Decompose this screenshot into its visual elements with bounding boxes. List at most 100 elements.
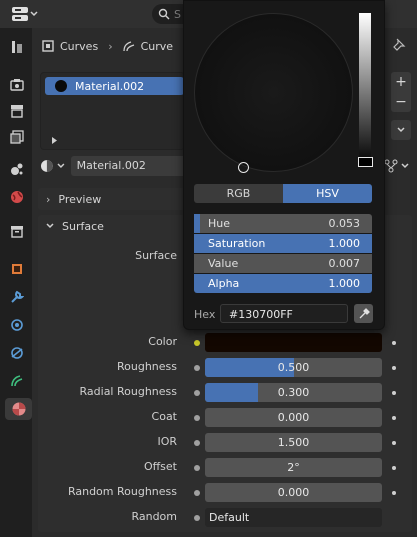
keyframe-dot-icon[interactable] bbox=[392, 366, 396, 370]
keyframe-dot-icon[interactable] bbox=[392, 341, 396, 345]
property-field[interactable]: 1.500 bbox=[205, 433, 382, 452]
property-label: Color bbox=[148, 335, 177, 348]
property-value: 2° bbox=[287, 461, 300, 474]
remove-icon: − bbox=[395, 94, 407, 110]
property-field[interactable]: Default bbox=[205, 508, 382, 527]
property-label: Roughness bbox=[116, 360, 177, 373]
property-row: Coat 0.000 bbox=[32, 408, 417, 427]
hue-value: 0.053 bbox=[328, 217, 361, 230]
tab-hsv[interactable]: HSV bbox=[283, 184, 372, 203]
hex-input[interactable]: #130700FF bbox=[220, 304, 348, 323]
property-value: 0.000 bbox=[277, 411, 310, 424]
chevron-down-icon bbox=[401, 163, 409, 169]
color-wheel-cursor[interactable] bbox=[238, 162, 249, 173]
tab-material[interactable] bbox=[5, 398, 32, 420]
alpha-label: Alpha bbox=[208, 277, 240, 290]
value-slider-handle[interactable] bbox=[358, 157, 373, 167]
tab-particles[interactable] bbox=[5, 314, 29, 336]
data-icon bbox=[11, 375, 23, 387]
color-wheel[interactable] bbox=[194, 13, 353, 172]
tab-modifiers[interactable] bbox=[5, 286, 29, 308]
curve-object-icon bbox=[42, 40, 54, 52]
tab-view-layer[interactable] bbox=[5, 126, 29, 148]
particles-icon bbox=[11, 319, 23, 331]
hue-slider[interactable]: Hue 0.053 bbox=[194, 214, 372, 233]
surface-panel-title: Surface bbox=[62, 219, 104, 233]
socket-icon[interactable] bbox=[194, 340, 200, 346]
property-label: Coat bbox=[151, 410, 177, 423]
socket-icon[interactable] bbox=[194, 390, 200, 396]
saturation-slider[interactable]: Saturation 1.000 bbox=[194, 234, 372, 253]
preview-panel-title: Preview bbox=[58, 192, 102, 206]
tab-tool[interactable] bbox=[5, 36, 29, 58]
add-slot-button[interactable]: + bbox=[391, 72, 411, 92]
property-value: 0.000 bbox=[277, 486, 310, 499]
value-value: 0.007 bbox=[328, 257, 361, 270]
property-label: Radial Roughness bbox=[79, 385, 177, 398]
socket-icon[interactable] bbox=[194, 415, 200, 421]
hex-label: Hex bbox=[194, 308, 216, 321]
property-value: 1.500 bbox=[277, 436, 310, 449]
value-field[interactable]: Value 0.007 bbox=[194, 254, 372, 273]
material-browse-icon[interactable] bbox=[40, 159, 54, 173]
eyedropper-icon bbox=[359, 307, 370, 318]
socket-icon[interactable] bbox=[194, 515, 200, 521]
output-icon bbox=[11, 105, 23, 118]
tab-collection[interactable] bbox=[5, 220, 29, 242]
chevron-down-icon bbox=[46, 223, 54, 229]
property-value: Default bbox=[209, 511, 250, 524]
tab-rgb[interactable]: RGB bbox=[194, 184, 283, 203]
properties-tab-bar bbox=[0, 28, 32, 537]
socket-icon[interactable] bbox=[194, 365, 200, 371]
socket-icon[interactable] bbox=[194, 440, 200, 446]
keyframe-dot-icon[interactable] bbox=[392, 416, 396, 420]
breadcrumb-object: Curves bbox=[60, 39, 99, 53]
expand-triangle-icon[interactable] bbox=[51, 137, 58, 144]
property-field[interactable]: 0.000 bbox=[205, 483, 382, 502]
property-label: IOR bbox=[157, 435, 177, 448]
node-tree-button[interactable] bbox=[384, 156, 412, 176]
property-field[interactable]: 2° bbox=[205, 458, 382, 477]
world-icon bbox=[11, 191, 23, 203]
saturation-value: 1.000 bbox=[328, 237, 361, 250]
remove-slot-button[interactable]: − bbox=[391, 92, 411, 112]
tab-object[interactable] bbox=[5, 258, 29, 280]
scene-icon bbox=[11, 163, 23, 175]
socket-icon[interactable] bbox=[194, 490, 200, 496]
tool-icon bbox=[12, 41, 22, 53]
property-value: 0.500 bbox=[277, 361, 310, 374]
property-field[interactable]: 0.500 bbox=[205, 358, 382, 377]
chevron-down-icon bbox=[397, 127, 405, 133]
keyframe-dot-icon[interactable] bbox=[392, 391, 396, 395]
material-selector[interactable]: Material.002 bbox=[40, 156, 183, 176]
tab-output[interactable] bbox=[5, 100, 29, 122]
tab-physics[interactable] bbox=[5, 342, 29, 364]
editor-type-button[interactable] bbox=[8, 4, 42, 24]
material-slot-row[interactable]: Material.002 bbox=[45, 77, 184, 95]
slot-specials-button[interactable] bbox=[391, 120, 411, 140]
socket-icon[interactable] bbox=[194, 465, 200, 471]
breadcrumb-data: Curve bbox=[140, 39, 174, 53]
physics-icon bbox=[11, 347, 23, 359]
material-name-field[interactable]: Material.002 bbox=[70, 156, 183, 176]
tab-render[interactable] bbox=[5, 74, 29, 96]
pin-icon[interactable] bbox=[392, 38, 406, 52]
alpha-slider[interactable]: Alpha 1.000 bbox=[194, 274, 372, 293]
property-label: Random Roughness bbox=[67, 485, 177, 498]
color-swatch[interactable] bbox=[205, 333, 382, 352]
breadcrumb-separator-icon: › bbox=[108, 39, 113, 53]
keyframe-dot-icon[interactable] bbox=[392, 491, 396, 495]
keyframe-dot-icon[interactable] bbox=[392, 466, 396, 470]
tab-world[interactable] bbox=[5, 186, 29, 208]
breadcrumb: Curves › Curve bbox=[42, 38, 173, 54]
material-slot-list[interactable]: Material.002 bbox=[40, 72, 185, 150]
eyedropper-button[interactable] bbox=[354, 304, 373, 323]
property-field[interactable]: 0.000 bbox=[205, 408, 382, 427]
value-slider[interactable] bbox=[359, 13, 371, 165]
keyframe-dot-icon[interactable] bbox=[392, 441, 396, 445]
modifier-icon bbox=[11, 290, 24, 303]
property-field[interactable]: 0.300 bbox=[205, 383, 382, 402]
add-icon: + bbox=[395, 74, 407, 90]
tab-scene[interactable] bbox=[5, 158, 29, 180]
tab-object-data[interactable] bbox=[5, 370, 29, 392]
